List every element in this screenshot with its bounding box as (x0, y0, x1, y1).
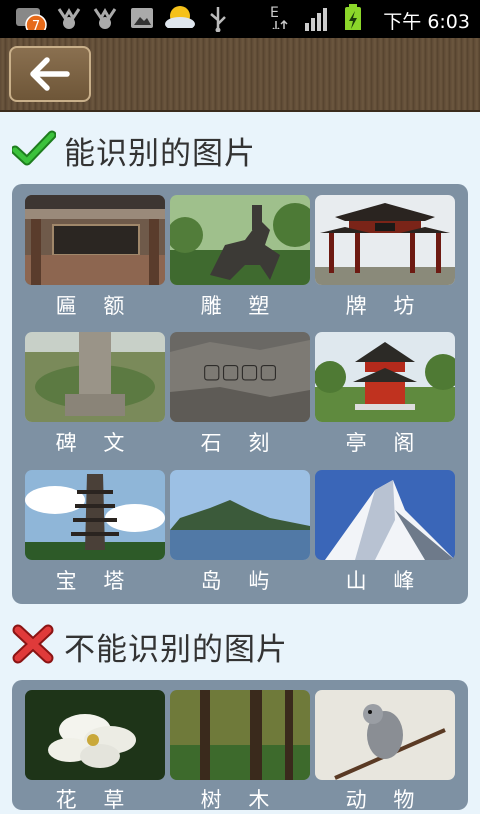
image-stone-tablet[interactable] (25, 332, 165, 422)
image-rock-carving[interactable]: ▢▢▢▢ (170, 332, 310, 422)
caption-island: 岛 屿 (200, 569, 280, 593)
unrecognizable-title: 不能识别的图片 (64, 632, 288, 668)
arrow-left-icon (30, 57, 70, 91)
image-bird[interactable] (315, 690, 455, 780)
red-x-icon (12, 624, 54, 664)
image-statue[interactable] (170, 195, 310, 285)
image-trees[interactable] (170, 690, 310, 780)
caption-mountain: 山 峰 (345, 569, 425, 593)
data-arrows-icon: E (270, 5, 288, 29)
caption-pavilion: 亭 阁 (345, 431, 425, 455)
unrecognizable-panel: 花 草 树 木 动 物 (12, 680, 468, 812)
recognizable-section-header: 能识别的图片 (12, 128, 332, 172)
caption-statue: 雕 塑 (200, 294, 280, 318)
clock: 下午 6:03 (383, 11, 470, 33)
image-island[interactable] (170, 470, 310, 560)
image-pagoda[interactable] (25, 470, 165, 560)
award-icon (93, 7, 117, 29)
image-plaque[interactable] (25, 195, 165, 285)
image-archway[interactable] (315, 195, 455, 285)
back-button[interactable] (9, 46, 91, 102)
image-icon (131, 8, 153, 28)
signal-icon (305, 8, 327, 31)
caption-plaque: 匾 额 (55, 294, 135, 318)
caption-pagoda: 宝 塔 (55, 569, 135, 593)
caption-stone-tablet: 碑 文 (55, 431, 135, 455)
caption-bird: 动 物 (345, 788, 425, 812)
usb-icon (210, 7, 226, 32)
top-toolbar (0, 38, 480, 112)
caption-archway: 牌 坊 (345, 294, 425, 318)
status-bar: 7 E 下午 6:03 (0, 0, 480, 38)
green-checkmark-icon (12, 130, 56, 166)
caption-flower: 花 草 (55, 788, 135, 812)
battery-charging-icon (345, 4, 361, 30)
recognizable-title: 能识别的图片 (64, 136, 256, 172)
image-flower[interactable] (25, 690, 165, 780)
caption-trees: 树 木 (200, 788, 280, 812)
network-type: E (270, 5, 279, 21)
image-pavilion[interactable] (315, 332, 455, 422)
svg-text:▢▢▢▢: ▢▢▢▢ (202, 359, 278, 383)
recognizable-panel: 匾 额 雕 塑 牌 坊 ▢▢▢▢ 碑 文 石 刻 亭 阁 宝 塔 岛 屿 山 峰 (12, 184, 468, 604)
notification-badge-icon: 7 (16, 8, 47, 30)
image-mountain[interactable] (315, 470, 455, 560)
weather-icon (165, 6, 195, 28)
award-icon (57, 7, 81, 29)
caption-rock-carving: 石 刻 (200, 431, 280, 455)
unrecognizable-section-header: 不能识别的图片 (12, 624, 352, 668)
notification-count: 7 (32, 19, 40, 30)
